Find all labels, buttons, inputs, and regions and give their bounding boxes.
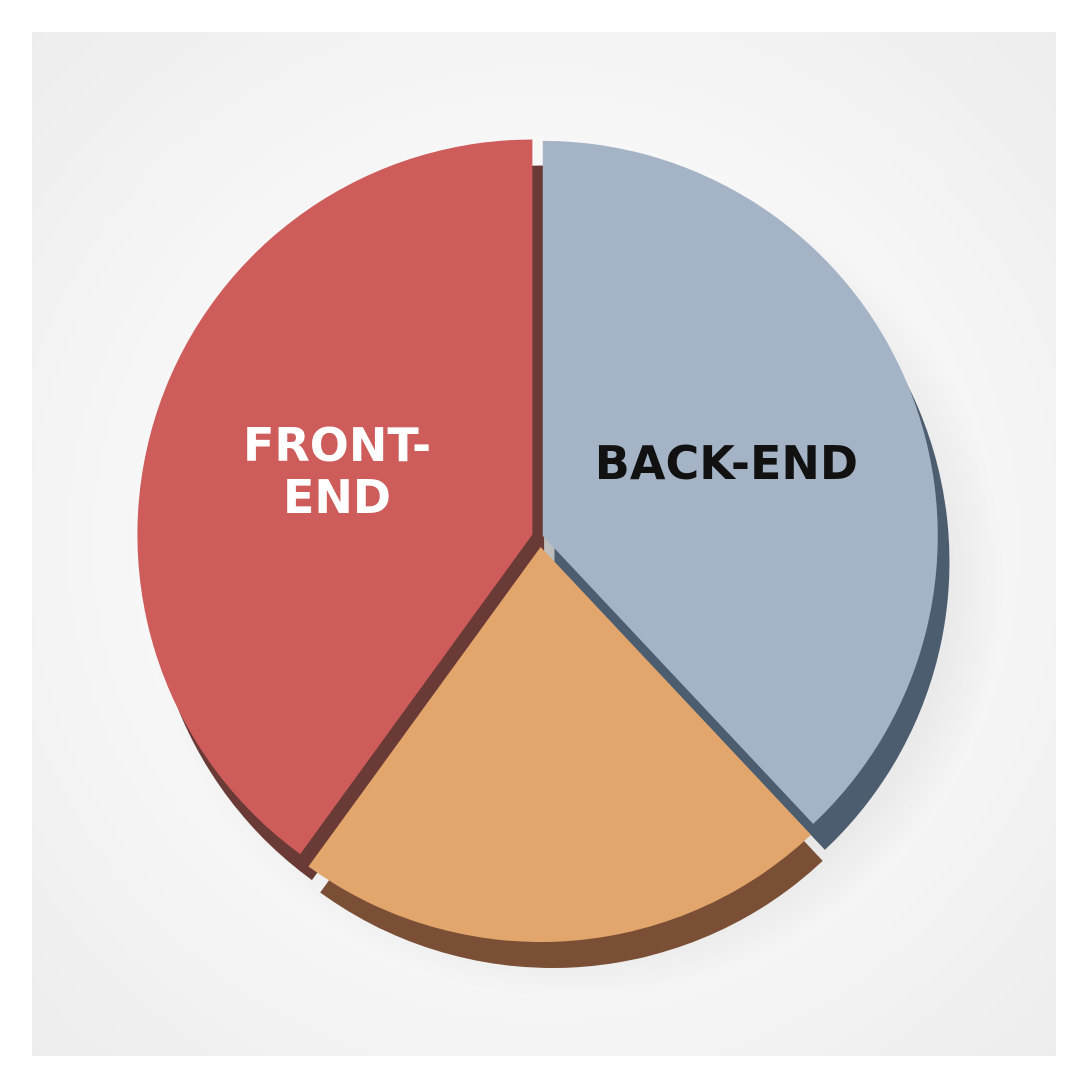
pie-chart: FRONT-END BACK-END xyxy=(137,139,1005,1000)
slice-label-back-end: BACK-END xyxy=(595,436,858,490)
slice-label-front-end: END xyxy=(283,470,391,524)
slice-label-front-end: FRONT- xyxy=(243,418,431,472)
